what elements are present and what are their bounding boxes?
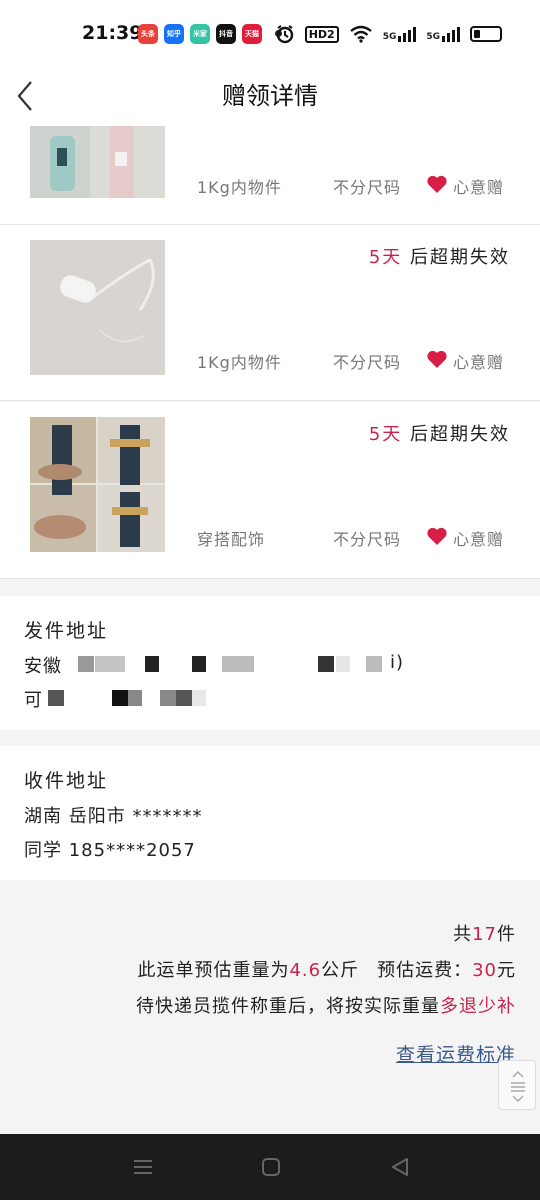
item-tag: 心意赠 [453, 530, 505, 549]
status-time: 21:39 [82, 22, 143, 44]
heart-icon [427, 527, 447, 545]
scroll-handle-button[interactable] [498, 1060, 536, 1110]
sender-address-card: 发件地址 安徽 i) 可 [0, 596, 540, 730]
receiver-heading: 收件地址 [24, 770, 109, 792]
sender-line-2: 可 [24, 690, 43, 711]
notification-apps: 头条 知乎 米家 抖音 天猫 [138, 24, 262, 44]
scroll-handle-icon [511, 1070, 525, 1103]
gift-item-1[interactable]: 1Kg内物件 不分尺码 心意赠 [0, 126, 540, 225]
redaction-block [128, 690, 142, 706]
alarm-icon [276, 25, 293, 44]
redaction-block [48, 690, 64, 706]
gift-item-3[interactable]: 5天 后超期失效 穿搭配饰 不分尺码 心意赠 [0, 402, 540, 579]
receiver-line-1: 湖南 岳阳市 ******* [24, 806, 203, 827]
item-category: 1Kg内物件 [197, 353, 282, 372]
sender-line-1-tail: i) [390, 652, 405, 673]
battery-icon [470, 26, 502, 42]
wifi-icon [349, 25, 372, 43]
toutiao-app-icon: 头条 [138, 24, 158, 44]
5g-signal-icon: 5G [383, 26, 417, 42]
item-thumbnail-2[interactable] [30, 240, 165, 375]
redaction-block [112, 690, 128, 706]
redaction-block [318, 656, 334, 672]
zhihu-app-icon: 知乎 [164, 24, 184, 44]
redaction-block [222, 656, 254, 672]
mijia-app-icon: 米家 [190, 24, 210, 44]
gift-item-2[interactable]: 5天 后超期失效 1Kg内物件 不分尺码 心意赠 [0, 225, 540, 401]
top-nav-bar: 赠领详情 [0, 66, 540, 126]
home-icon[interactable] [260, 1156, 282, 1178]
shipping-summary: 共17件 此运单预估重量为4.6公斤 预估运费：30元 待快递员揽件称重后，将按实… [0, 880, 540, 1135]
item-category: 1Kg内物件 [197, 178, 282, 197]
expire-notice: 5天 后超期失效 [368, 424, 510, 445]
redaction-block [78, 656, 94, 672]
item-tag: 心意赠 [453, 178, 505, 197]
page-title: 赠领详情 [222, 82, 318, 110]
heart-icon [427, 175, 447, 193]
tmall-app-icon: 天猫 [242, 24, 262, 44]
redaction-block [192, 690, 206, 706]
item-size: 不分尺码 [333, 530, 402, 549]
item-count: 共17件 [453, 924, 516, 945]
5g-signal-icon-2: 5G [426, 26, 460, 42]
receiver-address-card: 收件地址 湖南 岳阳市 ******* 同学 185****2057 [0, 746, 540, 880]
hd-icon: HD2 [304, 25, 339, 43]
status-bar: 21:39 头条 知乎 米家 抖音 天猫 HD2 5G 5G [0, 0, 540, 66]
item-category: 穿搭配饰 [197, 530, 266, 549]
redaction-block [145, 656, 159, 672]
item-size: 不分尺码 [333, 178, 402, 197]
menu-icon[interactable] [132, 1156, 154, 1178]
item-thumbnail-3[interactable] [30, 417, 165, 552]
redaction-block [336, 656, 350, 672]
item-size: 不分尺码 [333, 353, 402, 372]
receiver-line-2: 同学 185****2057 [24, 840, 196, 861]
sender-heading: 发件地址 [24, 620, 109, 642]
item-thumbnail-1[interactable] [30, 126, 165, 198]
heart-icon [427, 350, 447, 368]
redaction-block [95, 656, 125, 672]
redaction-block [366, 656, 382, 672]
redaction-block [192, 656, 206, 672]
back-icon[interactable] [389, 1156, 411, 1178]
redaction-block [176, 690, 192, 706]
weight-fee-line: 此运单预估重量为4.6公斤 预估运费：30元 [137, 960, 516, 981]
sender-line-1: 安徽 [24, 656, 62, 677]
redaction-block [160, 690, 176, 706]
system-nav-bar [0, 1134, 540, 1200]
douyin-app-icon: 抖音 [216, 24, 236, 44]
item-tag: 心意赠 [453, 353, 505, 372]
refund-note: 待快递员揽件称重后，将按实际重量多退少补 [136, 996, 516, 1017]
expire-notice: 5天 后超期失效 [368, 247, 510, 268]
